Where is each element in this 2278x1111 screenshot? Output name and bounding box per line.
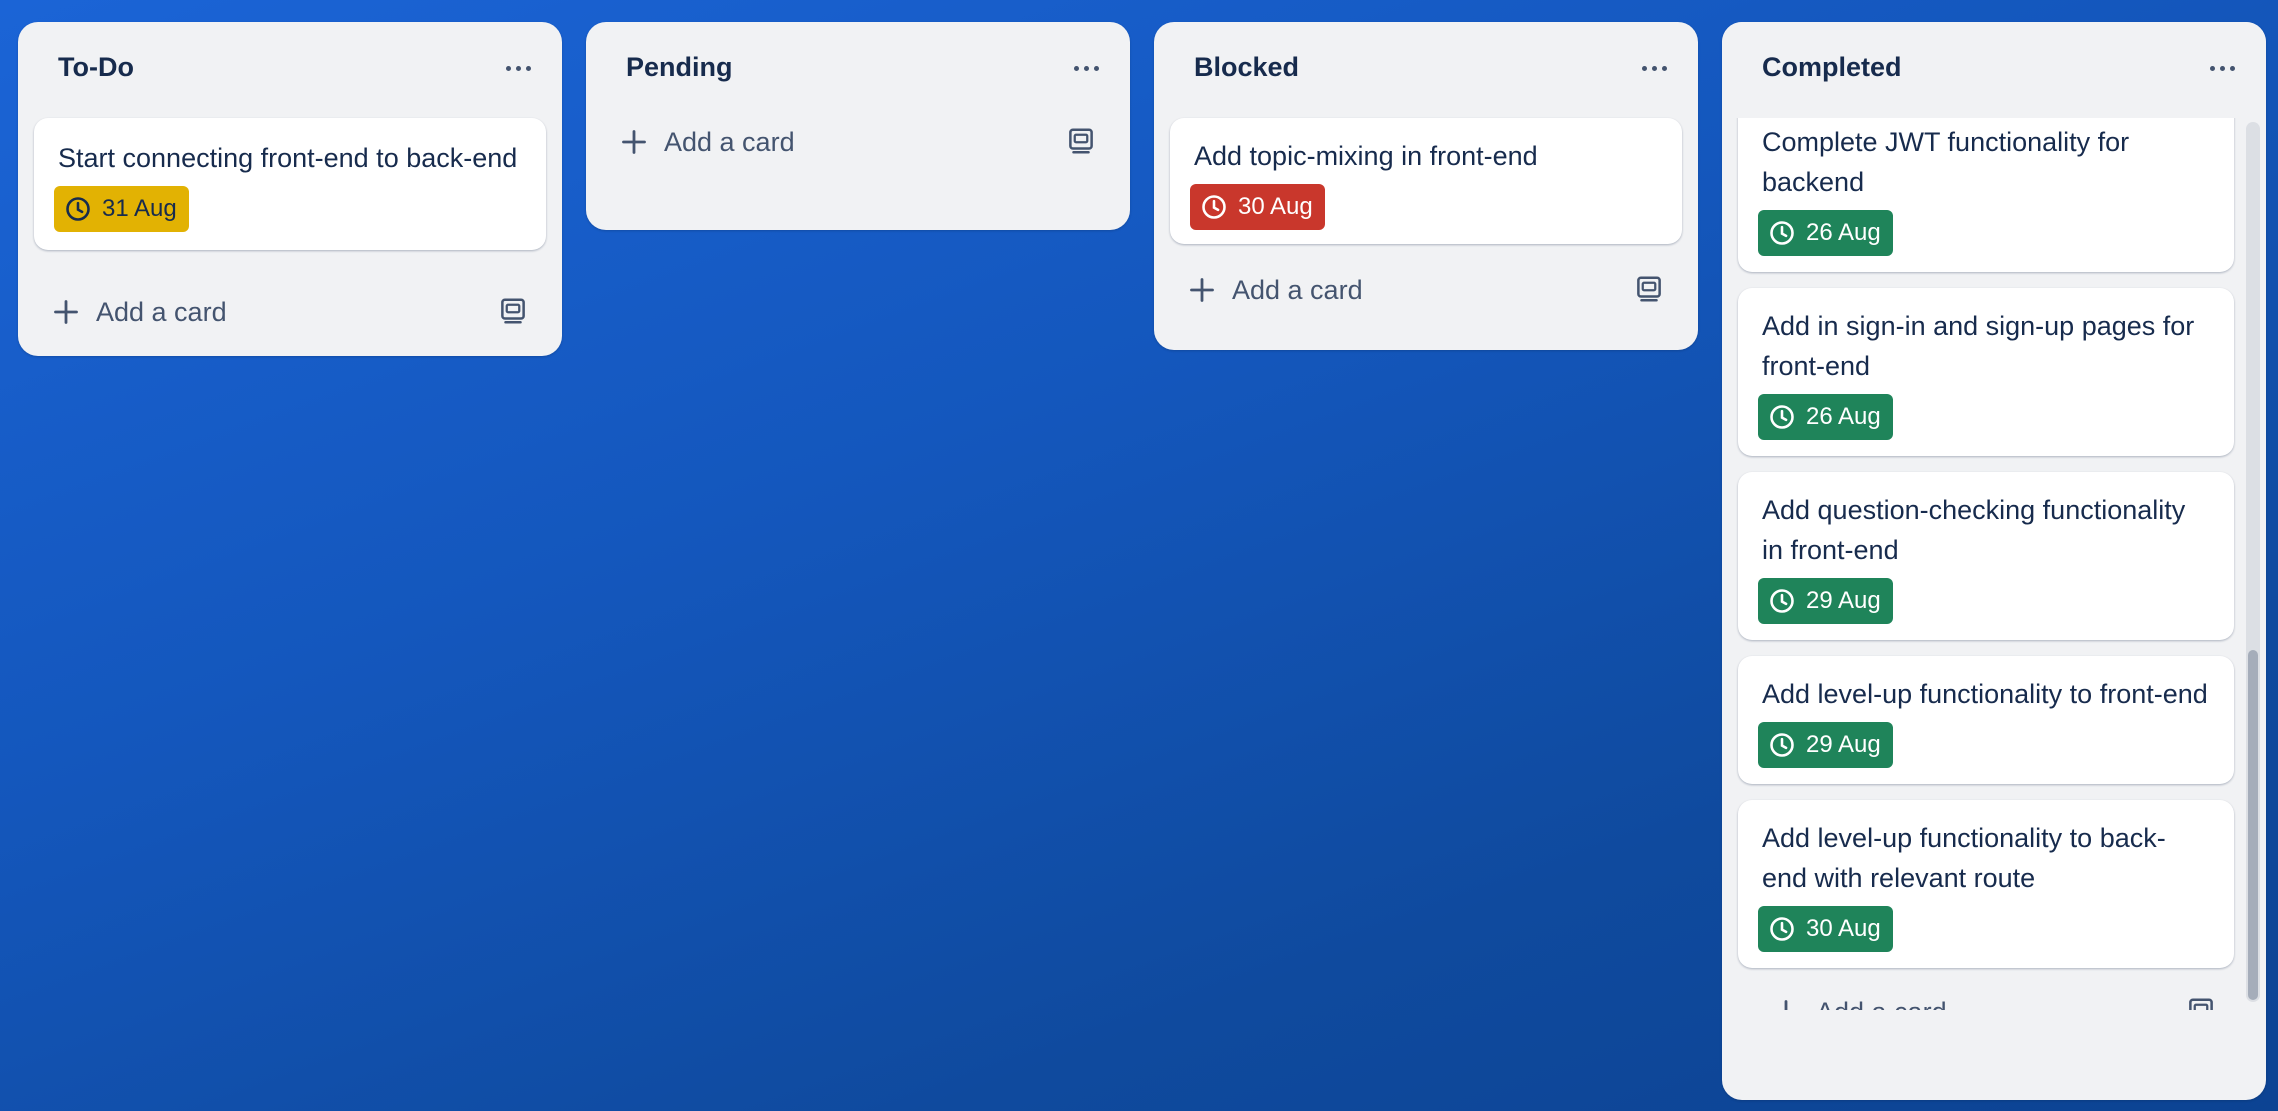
clock-icon [1770, 917, 1794, 941]
list-scrollbar[interactable] [2246, 122, 2260, 1002]
due-date-badge[interactable]: 29 Aug [1758, 722, 1893, 768]
add-card-button[interactable]: Add a card [52, 290, 227, 334]
clock-icon [1770, 589, 1794, 613]
card-template-icon [1637, 276, 1661, 302]
list-menu-button[interactable] [2200, 46, 2244, 90]
clock-icon [1770, 221, 1794, 245]
card-template-button[interactable] [1066, 126, 1098, 158]
card[interactable]: Add topic-mixing in front-end 30 Aug [1170, 118, 1682, 244]
due-date-badge[interactable]: 30 Aug [1758, 906, 1893, 952]
list-pending: Pending Add a card [586, 22, 1130, 230]
card[interactable]: Complete JWT functionality for backend 2… [1738, 118, 2234, 272]
card-list: Start connecting front-end to back-end 3… [18, 118, 562, 250]
due-date-badge[interactable]: 26 Aug [1758, 210, 1893, 256]
card-template-icon [1069, 128, 1093, 154]
due-date-text: 30 Aug [1238, 193, 1313, 220]
ellipsis-icon [505, 65, 511, 71]
list-to-do: To-Do Start connecting front-end to back… [18, 22, 562, 356]
list-header: Pending [586, 22, 1130, 118]
list-footer: Add a card [586, 118, 1130, 230]
due-date-badge[interactable]: 31 Aug [54, 186, 189, 232]
list-menu-button[interactable] [1632, 46, 1676, 90]
list-header: Blocked [1154, 22, 1698, 118]
clock-icon [1202, 195, 1226, 219]
due-date-text: 26 Aug [1806, 403, 1881, 430]
list-title[interactable]: To-Do [58, 52, 134, 83]
clock-icon [1770, 405, 1794, 429]
clock-icon [66, 197, 90, 221]
card-template-icon [501, 298, 525, 324]
card-template-icon [2189, 998, 2213, 1010]
card-title: Add question-checking functionality in f… [1762, 495, 2186, 565]
card-title: Add in sign-in and sign-up pages for fro… [1762, 311, 2195, 381]
plus-icon [54, 300, 78, 324]
due-date-text: 30 Aug [1806, 915, 1881, 942]
card-template-button[interactable] [498, 296, 530, 328]
add-card-label: Add a card [664, 126, 795, 157]
due-date-badge[interactable]: 26 Aug [1758, 394, 1893, 440]
card-scroll-area[interactable]: Complete JWT functionality for backend 2… [1722, 118, 2266, 1010]
due-date-text: 29 Aug [1806, 587, 1881, 614]
clock-icon [1770, 733, 1794, 757]
due-date-text: 26 Aug [1806, 219, 1881, 246]
list-title[interactable]: Completed [1762, 52, 1902, 83]
list-title[interactable]: Blocked [1194, 52, 1299, 83]
card[interactable]: Add question-checking functionality in f… [1738, 472, 2234, 640]
card-title: Start connecting front-end to back-end [58, 143, 518, 173]
card-template-button[interactable] [2186, 996, 2218, 1010]
list-footer: Add a card [1738, 984, 2234, 1010]
list-title[interactable]: Pending [626, 52, 733, 83]
add-card-button[interactable]: Add a card [1188, 268, 1363, 312]
list-header: To-Do [18, 22, 562, 118]
plus-icon [622, 130, 646, 154]
due-date-badge[interactable]: 29 Aug [1758, 578, 1893, 624]
due-date-text: 29 Aug [1806, 731, 1881, 758]
ellipsis-icon [1073, 65, 1079, 71]
list-menu-button[interactable] [496, 46, 540, 90]
add-card-button[interactable]: Add a card [620, 120, 795, 164]
card[interactable]: Add level-up functionality to front-end … [1738, 656, 2234, 784]
list-completed: Completed Complete JWT functionality for… [1722, 22, 2266, 1100]
ellipsis-icon [1641, 65, 1647, 71]
card-list: Add topic-mixing in front-end 30 Aug [1154, 118, 1698, 244]
card[interactable]: Add in sign-in and sign-up pages for fro… [1738, 288, 2234, 456]
add-card-label: Add a card [1816, 997, 1947, 1011]
card-title: Add level-up functionality to back-end w… [1762, 823, 2166, 893]
add-card-label: Add a card [1232, 274, 1363, 305]
plus-icon [1784, 1000, 1788, 1010]
card-title: Add topic-mixing in front-end [1194, 141, 1538, 171]
card[interactable]: Start connecting front-end to back-end 3… [34, 118, 546, 250]
list-footer: Add a card [1154, 260, 1698, 350]
list-blocked: Blocked Add topic-mixing in front-end 30… [1154, 22, 1698, 350]
card-list: Complete JWT functionality for backend 2… [1722, 118, 2266, 1010]
scrollbar-thumb[interactable] [2248, 650, 2258, 1000]
plus-icon [1190, 278, 1214, 302]
add-card-button[interactable]: Add a card [1772, 990, 1947, 1010]
card[interactable]: Add level-up functionality to back-end w… [1738, 800, 2234, 968]
add-card-label: Add a card [96, 296, 227, 327]
list-footer: Add a card [18, 266, 562, 356]
due-date-badge[interactable]: 30 Aug [1190, 184, 1325, 230]
ellipsis-icon [2209, 65, 2215, 71]
due-date-text: 31 Aug [102, 195, 177, 222]
list-header: Completed [1722, 22, 2266, 118]
card-title: Add level-up functionality to front-end [1762, 679, 2208, 709]
list-menu-button[interactable] [1064, 46, 1108, 90]
card-template-button[interactable] [1634, 274, 1666, 306]
card-title: Complete JWT functionality for backend [1762, 127, 2130, 197]
